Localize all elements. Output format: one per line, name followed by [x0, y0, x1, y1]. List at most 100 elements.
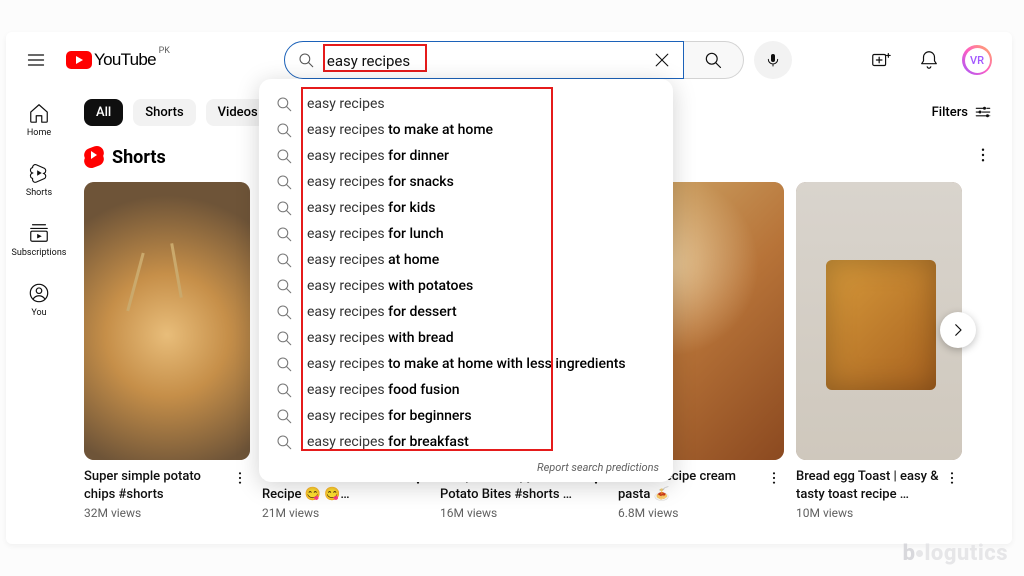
search-icon	[275, 95, 293, 113]
microphone-icon	[765, 52, 781, 68]
search-icon	[275, 407, 293, 425]
search-suggestion-text: easy recipes with potatoes	[307, 278, 473, 294]
create-plus-icon	[870, 49, 892, 71]
bell-icon	[918, 49, 940, 71]
shorts-card-views: 16M views	[440, 506, 586, 520]
search-icon	[275, 121, 293, 139]
search-suggestion-item[interactable]: easy recipes	[259, 91, 673, 117]
search-icon	[275, 147, 293, 165]
search-suggestion-text: easy recipes for beginners	[307, 408, 472, 424]
shelf-next-button[interactable]	[940, 312, 976, 348]
sidebar-item-label: Shorts	[26, 188, 52, 198]
shorts-thumbnail[interactable]	[796, 182, 962, 460]
shorts-card-title: Bread egg Toast | easy & tasty toast rec…	[796, 468, 942, 503]
youtube-logo[interactable]: YouTube PK	[66, 50, 156, 70]
more-vertical-icon	[766, 470, 782, 486]
chip-shorts[interactable]: Shorts	[133, 99, 195, 126]
home-icon	[28, 102, 50, 124]
search-icon	[275, 355, 293, 373]
shorts-card-views: 10M views	[796, 506, 942, 520]
search-suggestion-item[interactable]: easy recipes for breakfast	[259, 429, 673, 455]
search-suggestion-text: easy recipes with bread	[307, 330, 454, 346]
search-icon	[275, 277, 293, 295]
search-suggestion-text: easy recipes for breakfast	[307, 434, 469, 450]
more-vertical-icon	[974, 146, 992, 164]
search-icon	[275, 381, 293, 399]
youtube-logo-text: YouTube	[94, 50, 156, 70]
you-icon	[28, 282, 50, 304]
account-avatar[interactable]: VR	[962, 45, 992, 75]
clear-search-button[interactable]	[645, 43, 679, 77]
shorts-section-menu-button[interactable]	[974, 146, 992, 168]
search-input[interactable]	[327, 52, 645, 70]
shorts-card-menu-button[interactable]	[764, 468, 784, 520]
search-icon	[275, 433, 293, 451]
search-suggestion-text: easy recipes for kids	[307, 200, 435, 216]
watermark: blogutics	[903, 541, 1008, 566]
chip-all[interactable]: All	[84, 99, 123, 126]
search-button[interactable]	[684, 41, 744, 79]
search-suggestion-text: easy recipes for dessert	[307, 304, 457, 320]
search-suggestion-item[interactable]: easy recipes with bread	[259, 325, 673, 351]
more-vertical-icon	[944, 470, 960, 486]
shorts-card-title: Super simple potato chips #shorts	[84, 468, 230, 503]
search-icon	[275, 199, 293, 217]
notifications-button[interactable]	[914, 45, 944, 75]
search-suggestion-item[interactable]: easy recipes to make at home with less i…	[259, 351, 673, 377]
shorts-section-title: Shorts	[112, 147, 166, 168]
more-vertical-icon	[232, 470, 248, 486]
shorts-thumbnail[interactable]	[84, 182, 250, 460]
search-suggestion-item[interactable]: easy recipes for kids	[259, 195, 673, 221]
search-suggestion-text: easy recipes for snacks	[307, 174, 454, 190]
search-suggestion-text: easy recipes food fusion	[307, 382, 460, 398]
sidebar-item-label: Subscriptions	[12, 248, 67, 258]
search-icon	[275, 303, 293, 321]
filters-button[interactable]: Filters	[932, 103, 992, 121]
shorts-card-views: 21M views	[262, 506, 408, 520]
tune-icon	[974, 103, 992, 121]
search-icon	[275, 225, 293, 243]
search-suggestion-item[interactable]: easy recipes food fusion	[259, 377, 673, 403]
search-field[interactable]	[284, 41, 684, 79]
sidebar-item-label: You	[31, 308, 46, 318]
sidebar-item-you[interactable]: You	[9, 270, 69, 330]
search-icon	[275, 251, 293, 269]
sidebar-item-shorts[interactable]: Shorts	[9, 150, 69, 210]
sidebar-item-subscriptions[interactable]: Subscriptions	[9, 210, 69, 270]
search-suggestion-item[interactable]: easy recipes for snacks	[259, 169, 673, 195]
search-suggestion-item[interactable]: easy recipes at home	[259, 247, 673, 273]
search-icon	[703, 50, 723, 70]
search-suggestion-item[interactable]: easy recipes to make at home	[259, 117, 673, 143]
search-suggestion-text: easy recipes for lunch	[307, 226, 444, 242]
sidebar-item-home[interactable]: Home	[9, 90, 69, 150]
search-icon	[275, 329, 293, 347]
search-suggestion-item[interactable]: easy recipes with potatoes	[259, 273, 673, 299]
search-suggestion-text: easy recipes to make at home with less i…	[307, 356, 626, 372]
shorts-card-menu-button[interactable]	[942, 468, 962, 520]
search-icon	[275, 173, 293, 191]
search-suggestion-text: easy recipes to make at home	[307, 122, 493, 138]
shorts-card-menu-button[interactable]	[230, 468, 250, 520]
close-icon	[652, 50, 672, 70]
create-button[interactable]	[866, 45, 896, 75]
avatar-initials: VR	[965, 48, 990, 73]
chevron-right-icon	[949, 321, 967, 339]
shorts-card[interactable]: Super simple potato chips #shorts 32M vi…	[84, 182, 250, 520]
shorts-card[interactable]: Bread egg Toast | easy & tasty toast rec…	[796, 182, 962, 520]
search-suggestion-item[interactable]: easy recipes for beginners	[259, 403, 673, 429]
report-predictions-link[interactable]: Report search predictions	[259, 455, 673, 476]
search-suggestion-text: easy recipes at home	[307, 252, 439, 268]
shorts-icon	[28, 162, 50, 184]
search-suggestions-dropdown: easy recipes easy recipes to make at hom…	[259, 79, 673, 482]
shorts-icon	[84, 146, 104, 168]
search-icon	[297, 51, 315, 69]
search-suggestion-item[interactable]: easy recipes for dinner	[259, 143, 673, 169]
voice-search-button[interactable]	[754, 41, 792, 79]
shorts-card-views: 32M views	[84, 506, 230, 520]
filters-label: Filters	[932, 105, 968, 120]
sidebar-item-label: Home	[27, 128, 51, 138]
search-suggestion-item[interactable]: easy recipes for dessert	[259, 299, 673, 325]
hamburger-menu-button[interactable]	[20, 44, 52, 76]
search-suggestion-text: easy recipes for dinner	[307, 148, 449, 164]
search-suggestion-item[interactable]: easy recipes for lunch	[259, 221, 673, 247]
